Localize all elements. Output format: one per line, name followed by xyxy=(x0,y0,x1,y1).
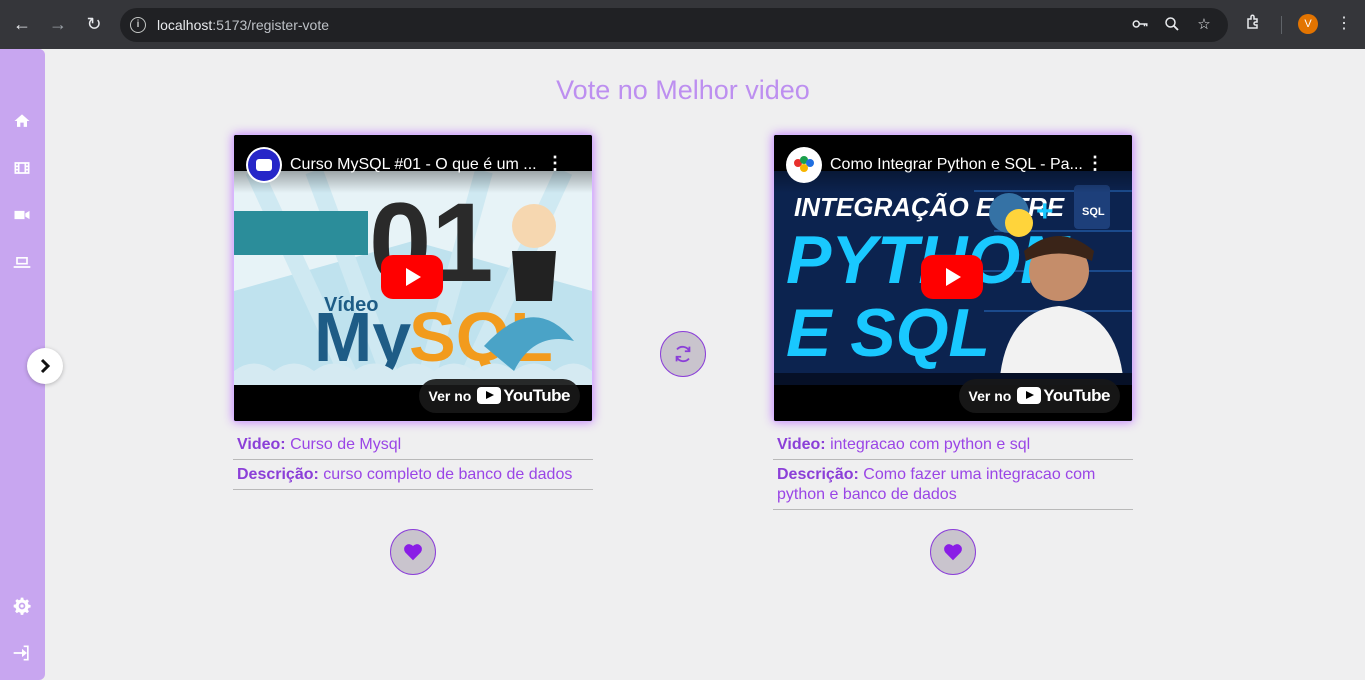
svg-text:SQL: SQL xyxy=(1082,206,1105,218)
svg-text:Vídeo: Vídeo xyxy=(324,294,378,316)
description-label: Descrição: xyxy=(237,466,319,483)
browser-toolbar: ← → ↻ i localhost:5173/register-vote ☆ V… xyxy=(0,0,1365,49)
page-title: Vote no Melhor video xyxy=(556,75,810,105)
more-menu-icon[interactable]: ⋮ xyxy=(1333,13,1355,35)
video-title[interactable]: Como Integrar Python e SQL - Pa... xyxy=(830,156,1083,174)
video-title[interactable]: Curso MySQL #01 - O que é um ... xyxy=(290,156,537,174)
video-more-icon[interactable]: ⋮ xyxy=(546,153,564,174)
refresh-icon xyxy=(675,345,691,363)
back-arrow-icon[interactable]: ← xyxy=(10,12,34,36)
youtube-embed[interactable]: 01 My SQL Vídeo Curso MySQL #01 - O que … xyxy=(233,134,593,422)
video-name-value: integracao com python e sql xyxy=(830,436,1031,453)
youtube-logo-icon xyxy=(1017,387,1042,404)
address-bar[interactable]: i localhost:5173/register-vote ☆ xyxy=(120,8,1228,42)
play-button-icon[interactable] xyxy=(381,255,443,299)
play-button-icon[interactable] xyxy=(921,255,983,299)
url-text[interactable]: localhost:5173/register-vote xyxy=(157,17,329,33)
watch-on-label: Ver no xyxy=(968,388,1012,404)
description-row: Descrição: Como fazer uma integracao com… xyxy=(773,460,1133,510)
home-icon[interactable] xyxy=(12,111,32,131)
channel-avatar[interactable] xyxy=(786,147,822,183)
zoom-icon[interactable] xyxy=(1162,15,1182,35)
watch-on-label: Ver no xyxy=(428,388,472,404)
laptop-icon[interactable] xyxy=(12,252,32,272)
heart-icon xyxy=(404,544,422,561)
video-name-value: Curso de Mysql xyxy=(290,436,402,453)
heart-icon xyxy=(944,544,962,561)
expand-sidebar-button[interactable] xyxy=(27,348,63,384)
vote-heart-button[interactable] xyxy=(930,529,976,575)
youtube-wordmark: YouTube xyxy=(1043,386,1110,405)
description-value: curso completo de banco de dados xyxy=(323,466,573,483)
toolbar-divider xyxy=(1281,16,1282,34)
film-icon[interactable] xyxy=(12,158,32,178)
settings-gear-icon[interactable] xyxy=(12,596,32,616)
forward-arrow-icon[interactable]: → xyxy=(46,12,70,36)
url-host: localhost xyxy=(157,17,213,33)
profile-avatar[interactable]: V xyxy=(1298,14,1318,34)
video-name-row: Video: integracao com python e sql xyxy=(773,431,1133,460)
sign-in-icon[interactable] xyxy=(12,643,32,663)
extensions-icon[interactable] xyxy=(1243,13,1265,35)
password-key-icon[interactable] xyxy=(1130,15,1150,35)
video-more-icon[interactable]: ⋮ xyxy=(1086,153,1104,174)
svg-text:E SQL: E SQL xyxy=(786,295,990,371)
youtube-embed[interactable]: INTEGRAÇÃO ENTRE PYTHON E SQL + SQL Como… xyxy=(773,134,1133,422)
video-card: INTEGRAÇÃO ENTRE PYTHON E SQL + SQL Como… xyxy=(773,134,1133,575)
description-row: Descrição: curso completo de banco de da… xyxy=(233,460,593,490)
video-card: 01 My SQL Vídeo Curso MySQL #01 - O que … xyxy=(233,134,593,575)
vote-heart-button[interactable] xyxy=(390,529,436,575)
url-path: :5173/register-vote xyxy=(212,17,329,33)
site-info-icon[interactable]: i xyxy=(130,17,146,33)
video-name-label: Video: xyxy=(237,436,286,453)
video-name-row: Video: Curso de Mysql xyxy=(233,431,593,460)
watch-on-youtube-button[interactable]: Ver no YouTube xyxy=(958,379,1120,413)
channel-avatar[interactable] xyxy=(246,147,282,183)
video-camera-icon[interactable] xyxy=(12,205,32,225)
refresh-videos-button[interactable] xyxy=(660,331,706,377)
description-label: Descrição: xyxy=(777,466,859,483)
chevron-right-icon xyxy=(40,358,51,374)
youtube-logo-icon xyxy=(477,387,502,404)
reload-icon[interactable]: ↻ xyxy=(82,12,106,36)
youtube-wordmark: YouTube xyxy=(503,386,570,405)
video-name-label: Video: xyxy=(777,436,826,453)
bookmark-star-icon[interactable]: ☆ xyxy=(1194,15,1214,35)
watch-on-youtube-button[interactable]: Ver no YouTube xyxy=(418,379,580,413)
svg-text:+: + xyxy=(1036,195,1054,228)
